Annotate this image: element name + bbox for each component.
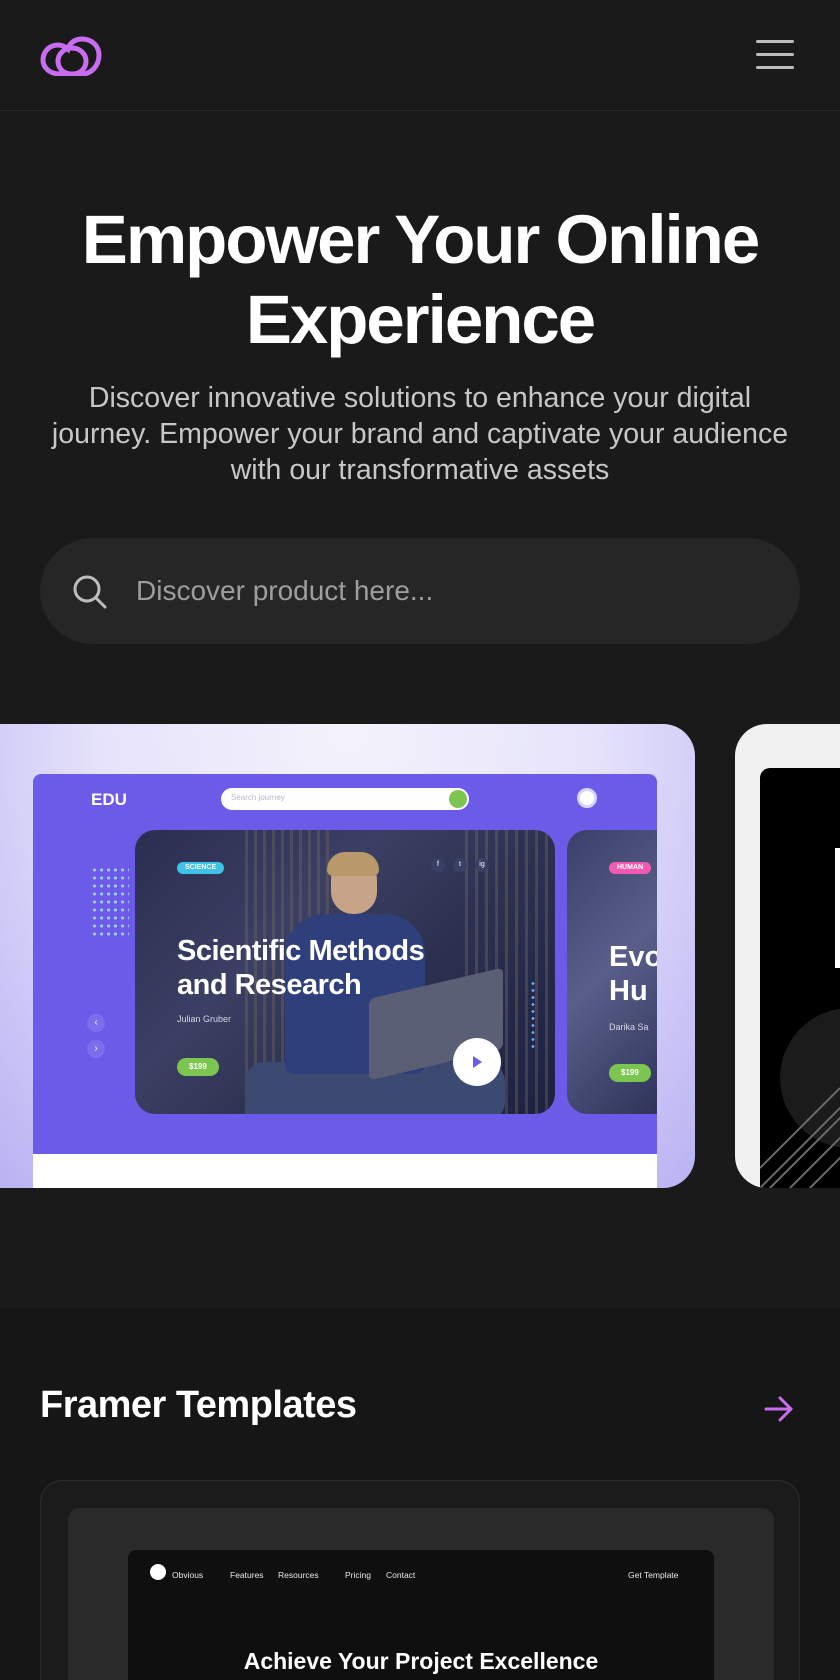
template-cta: Get Template bbox=[628, 1570, 679, 1580]
search-bar[interactable] bbox=[40, 538, 800, 644]
edu-search-placeholder: Search journey bbox=[231, 793, 285, 802]
template-preview-frame: Obvious Features Resources Pricing Conta… bbox=[68, 1508, 774, 1680]
template-nav-pricing: Pricing bbox=[345, 1570, 371, 1580]
template-nav-contact: Contact bbox=[386, 1570, 416, 1580]
edu-search-button-icon bbox=[449, 790, 467, 808]
arrow-right-icon[interactable] bbox=[762, 1392, 796, 1426]
twitter-icon: t bbox=[453, 858, 467, 872]
hamburger-menu-icon[interactable] bbox=[754, 38, 796, 72]
course2-badge: HUMAN bbox=[609, 862, 652, 874]
course-card-second: HUMAN Evo Hu Darika Sa $199 bbox=[567, 830, 657, 1114]
course2-price: $199 bbox=[609, 1064, 651, 1082]
section-title-framer-templates: Framer Templates bbox=[40, 1384, 357, 1426]
decorative-dots-vertical bbox=[531, 980, 535, 1052]
course2-author: Darika Sa bbox=[609, 1022, 649, 1032]
decorative-dots bbox=[91, 866, 129, 940]
chevron-right-icon: › bbox=[87, 1040, 105, 1058]
edu-footer-strip bbox=[33, 1154, 657, 1188]
hero-title: Empower Your Online Experience bbox=[0, 200, 840, 360]
chevron-left-icon: ‹ bbox=[87, 1014, 105, 1032]
search-icon bbox=[73, 575, 107, 609]
next-card-graphic bbox=[760, 848, 840, 1188]
template-brand: Obvious bbox=[172, 1570, 204, 1580]
course-price: $199 bbox=[177, 1058, 219, 1076]
course-author: Julian Gruber bbox=[177, 1014, 232, 1024]
obvious-logo-icon bbox=[150, 1564, 166, 1580]
template-card[interactable]: Obvious Features Resources Pricing Conta… bbox=[40, 1480, 800, 1680]
edu-search-field: Search journey bbox=[221, 788, 469, 810]
template-preview-screen: Obvious Features Resources Pricing Conta… bbox=[128, 1550, 714, 1680]
course-title: Scientific Methods and Research bbox=[177, 935, 425, 1001]
course-badge: SCIENCE bbox=[177, 862, 225, 874]
brand-logo-icon[interactable] bbox=[40, 36, 104, 76]
featured-card-edu[interactable]: EDU Search journey ‹ › SCIENCE f t ig Sc… bbox=[0, 724, 695, 1188]
edu-logo: EDU bbox=[91, 790, 127, 809]
next-card-preview bbox=[760, 768, 840, 1188]
course-card-main: SCIENCE f t ig Scientific Methods and Re… bbox=[135, 830, 555, 1114]
top-bar bbox=[0, 0, 840, 111]
hero-title-line-2: Experience bbox=[245, 281, 596, 358]
play-icon bbox=[453, 1038, 501, 1086]
hero-subtitle: Discover innovative solutions to enhance… bbox=[51, 382, 789, 486]
template-nav-features: Features bbox=[230, 1570, 264, 1580]
template-headline: Achieve Your Project Excellence bbox=[243, 1648, 599, 1674]
template-nav-resources: Resources bbox=[278, 1570, 319, 1580]
featured-card-next[interactable] bbox=[735, 724, 840, 1188]
course2-title: Evo Hu bbox=[609, 941, 657, 1007]
person-hair bbox=[327, 852, 379, 876]
edu-avatar bbox=[577, 788, 597, 808]
hero-title-line-1: Empower Your Online bbox=[81, 201, 760, 278]
edu-template-preview: EDU Search journey ‹ › SCIENCE f t ig Sc… bbox=[33, 774, 657, 1188]
instagram-icon: ig bbox=[475, 858, 489, 872]
search-input[interactable] bbox=[136, 538, 756, 644]
facebook-icon: f bbox=[431, 858, 445, 872]
